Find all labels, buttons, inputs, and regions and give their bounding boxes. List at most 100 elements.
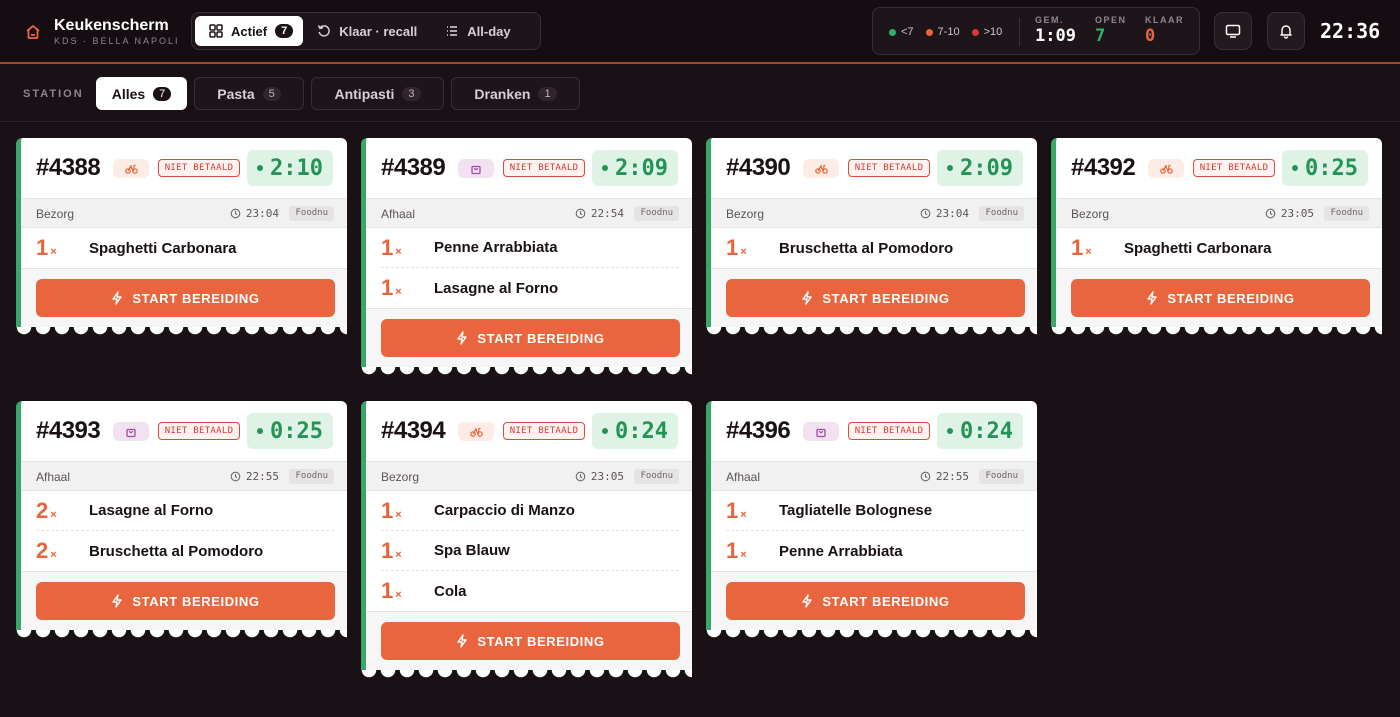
item-qty-value: 1 — [381, 537, 394, 563]
bolt-icon — [1147, 291, 1158, 305]
ticket-meta: Bezorg 23:04 Foodnu — [711, 198, 1037, 228]
ticket-header: #4388 NIET BETAALD 2:10 — [21, 138, 347, 198]
item-name: Lasagne al Forno — [89, 502, 214, 519]
order-ticket[interactable]: #4390 NIET BETAALD 2:09 Bezorg 23:04 Foo… — [706, 138, 1037, 337]
start-preparation-button[interactable]: START BEREIDING — [726, 582, 1025, 620]
filter-dranken-label: Dranken — [474, 85, 531, 102]
elapsed-timer: 0:24 — [937, 413, 1023, 449]
due-time: 23:05 — [575, 470, 624, 483]
item-quantity: 1 × — [381, 235, 434, 261]
order-ticket[interactable]: #4396 NIET BETAALD 0:24 Afhaal 22:55 Foo… — [706, 401, 1037, 640]
start-preparation-label: START BEREIDING — [477, 330, 605, 346]
ticket-tear-edge — [361, 670, 692, 680]
display-button[interactable] — [1214, 12, 1252, 50]
times-sign: × — [395, 548, 402, 561]
order-ticket[interactable]: #4389 NIET BETAALD 2:09 Afhaal 22:54 Foo… — [361, 138, 692, 377]
fulfillment-mode: Bezorg — [726, 207, 765, 221]
start-preparation-button[interactable]: START BEREIDING — [1071, 279, 1370, 317]
start-preparation-label: START BEREIDING — [822, 290, 950, 306]
order-items: 1 × Penne Arrabbiata 1 × Lasagne al Forno — [366, 228, 692, 308]
ticket-footer: START BEREIDING — [21, 268, 347, 327]
tab-actief[interactable]: Actief 7 — [195, 16, 304, 46]
item-name: Cola — [434, 582, 467, 600]
start-preparation-button[interactable]: START BEREIDING — [726, 279, 1025, 317]
due-time-value: 23:04 — [935, 207, 969, 220]
times-sign: × — [50, 549, 57, 561]
order-item: 1 × Spaghetti Carbonara — [1071, 228, 1369, 268]
times-sign: × — [740, 246, 747, 258]
tab-allday[interactable]: All-day — [431, 16, 524, 46]
legend-orange: 7-10 — [925, 26, 960, 38]
due-time: 22:54 — [575, 207, 624, 220]
monitor-icon — [1225, 24, 1241, 38]
clock-icon — [230, 208, 241, 219]
clock-icon — [575, 471, 586, 482]
order-item: 1 × Lasagne al Forno — [381, 268, 679, 308]
start-preparation-button[interactable]: START BEREIDING — [381, 622, 680, 660]
tab-actief-count: 7 — [275, 24, 294, 38]
order-items: 1 × Bruschetta al Pomodoro — [711, 228, 1037, 268]
start-preparation-label: START BEREIDING — [477, 633, 605, 649]
times-sign: × — [395, 508, 402, 521]
order-source: Foodnu — [289, 206, 334, 221]
start-preparation-button[interactable]: START BEREIDING — [36, 279, 335, 317]
due-time-value: 23:04 — [245, 207, 279, 220]
item-name: Lasagne al Forno — [434, 279, 559, 297]
legend-orange-label: 7-10 — [937, 26, 960, 38]
stats-panel: <7 7-10 >10 GEM. 1:09 OPEN 7 KLAAR 0 — [872, 7, 1200, 55]
ticket-header: #4389 NIET BETAALD 2:09 — [366, 138, 692, 198]
start-preparation-button[interactable]: START BEREIDING — [36, 582, 335, 620]
clock-icon — [575, 208, 586, 219]
timer-status-dot — [257, 428, 263, 434]
order-source: Foodnu — [634, 469, 679, 484]
order-type-badge — [113, 422, 149, 441]
start-preparation-button[interactable]: START BEREIDING — [381, 319, 680, 357]
legend-red: >10 — [971, 26, 1002, 38]
filter-dranken[interactable]: Dranken 1 — [451, 77, 580, 110]
stat-done-label: KLAAR — [1145, 15, 1184, 25]
station-filter-bar: STATION Alles 7 Pasta 5 Antipasti 3 Dran… — [0, 66, 1400, 122]
filter-antipasti[interactable]: Antipasti 3 — [311, 77, 444, 110]
item-quantity: 1 × — [1071, 235, 1124, 261]
tab-recall[interactable]: Klaar · recall — [303, 16, 431, 46]
times-sign: × — [395, 589, 402, 601]
order-number: #4389 — [381, 154, 446, 181]
item-quantity: 1 × — [726, 235, 779, 261]
order-number: #4396 — [726, 417, 791, 444]
order-type-badge — [458, 159, 494, 178]
filter-alles[interactable]: Alles 7 — [96, 77, 187, 110]
ticket-tear-edge — [361, 367, 692, 377]
stat-open-label: OPEN — [1095, 15, 1127, 25]
order-ticket[interactable]: #4394 NIET BETAALD 0:24 Bezorg 23:05 Foo… — [361, 401, 692, 680]
item-quantity: 1 × — [381, 538, 434, 564]
stat-avg-value: 1:09 — [1035, 26, 1076, 46]
order-ticket[interactable]: #4393 NIET BETAALD 0:25 Afhaal 22:55 Foo… — [16, 401, 347, 640]
order-type-badge — [1148, 159, 1184, 178]
item-qty-value: 1 — [36, 235, 49, 260]
item-name: Bruschetta al Pomodoro — [89, 542, 264, 560]
bike-icon — [1159, 164, 1173, 174]
payment-status-badge: NIET BETAALD — [503, 159, 585, 177]
fulfillment-mode: Bezorg — [36, 207, 75, 221]
ticket-meta: Afhaal 22:55 Foodnu — [711, 461, 1037, 491]
ticket-tear-edge — [16, 630, 347, 640]
item-quantity: 1 × — [36, 235, 89, 261]
order-source: Foodnu — [979, 206, 1024, 221]
stat-avg-label: GEM. — [1035, 15, 1065, 25]
bolt-icon — [802, 291, 813, 305]
due-time-value: 23:05 — [1280, 207, 1314, 220]
item-qty-value: 2 — [36, 538, 49, 563]
timer-value: 2:09 — [615, 155, 668, 181]
order-type-badge — [803, 159, 839, 178]
fulfillment-mode: Afhaal — [36, 470, 71, 484]
notifications-button[interactable] — [1267, 12, 1305, 50]
order-ticket[interactable]: #4392 NIET BETAALD 0:25 Bezorg 23:05 Foo… — [1051, 138, 1382, 337]
ticket-header: #4393 NIET BETAALD 0:25 — [21, 401, 347, 461]
filter-pasta[interactable]: Pasta 5 — [194, 77, 304, 110]
payment-status-badge: NIET BETAALD — [848, 422, 930, 440]
order-source: Foodnu — [289, 469, 334, 484]
elapsed-timer: 2:09 — [937, 150, 1023, 186]
fulfillment-mode: Bezorg — [381, 470, 420, 484]
bolt-icon — [457, 634, 468, 648]
order-ticket[interactable]: #4388 NIET BETAALD 2:10 Bezorg 23:04 Foo… — [16, 138, 347, 337]
